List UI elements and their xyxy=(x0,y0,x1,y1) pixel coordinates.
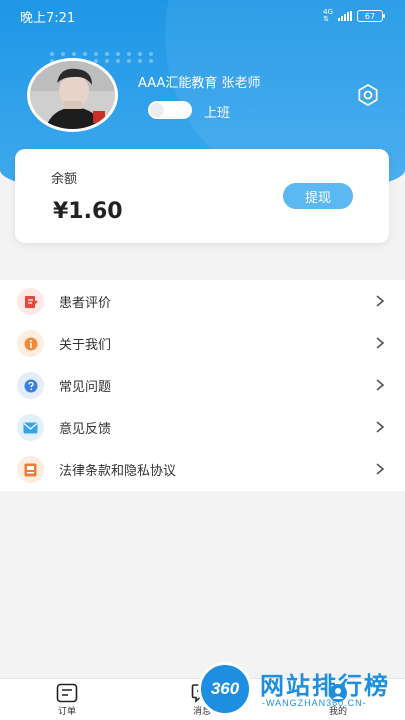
work-status-label: 上班 xyxy=(204,106,231,121)
mail-icon xyxy=(17,414,44,441)
work-status-toggle[interactable] xyxy=(148,101,192,119)
menu-item-label: 法律条款和隐私协议 xyxy=(59,463,177,479)
teacher-name: AAA汇能教育 张老师 xyxy=(138,76,261,91)
balance-label: 余额 xyxy=(51,172,78,187)
watermark-subtitle: -WANGZHAN360.CN- xyxy=(262,698,367,708)
network-icon: 4G ⇅ xyxy=(323,8,333,23)
order-icon xyxy=(56,683,78,703)
question-icon xyxy=(17,372,44,399)
menu-item-label: 意见反馈 xyxy=(59,421,112,437)
chevron-right-icon xyxy=(376,295,385,307)
document-icon xyxy=(17,456,44,483)
menu-item-feedback[interactable]: 意见反馈 xyxy=(0,406,405,448)
menu-list: 患者评价 关于我们 常见问题 意见反馈 法律条款和隐私协议 xyxy=(0,280,405,491)
tab-orders[interactable]: 订单 xyxy=(37,679,97,720)
settings-icon[interactable] xyxy=(356,83,380,107)
menu-item-about-us[interactable]: 关于我们 xyxy=(0,322,405,364)
withdraw-button[interactable]: 提现 xyxy=(283,183,353,209)
battery-icon: 67 xyxy=(357,10,385,22)
status-system-icons: 4G ⇅ 67 xyxy=(323,8,385,23)
tab-label: 订单 xyxy=(57,707,76,717)
review-icon xyxy=(17,288,44,315)
toggle-knob xyxy=(150,103,164,117)
menu-item-reviews[interactable]: 患者评价 xyxy=(0,280,405,322)
signal-icon xyxy=(338,11,352,21)
watermark-title: 网站排行榜 xyxy=(260,672,390,700)
menu-item-label: 患者评价 xyxy=(59,295,112,311)
avatar[interactable] xyxy=(27,58,118,132)
watermark-logo: 360 xyxy=(198,662,252,716)
balance-amount: ¥1.60 xyxy=(53,199,123,224)
watermark: 360 网站排行榜 -WANGZHAN360.CN- xyxy=(198,660,405,720)
chevron-right-icon xyxy=(376,421,385,433)
menu-item-legal-privacy[interactable]: 法律条款和隐私协议 xyxy=(0,448,405,490)
status-time: 晚上7:21 xyxy=(20,11,76,26)
chevron-right-icon xyxy=(376,337,385,349)
balance-card: 余额 ¥1.60 提现 xyxy=(15,149,389,243)
menu-item-label: 常见问题 xyxy=(59,379,112,395)
status-bar: 晚上7:21 4G ⇅ 67 xyxy=(0,0,405,30)
info-icon xyxy=(17,330,44,357)
chevron-right-icon xyxy=(376,379,385,391)
menu-item-label: 关于我们 xyxy=(59,337,112,353)
chevron-right-icon xyxy=(376,463,385,475)
menu-item-faq[interactable]: 常见问题 xyxy=(0,364,405,406)
